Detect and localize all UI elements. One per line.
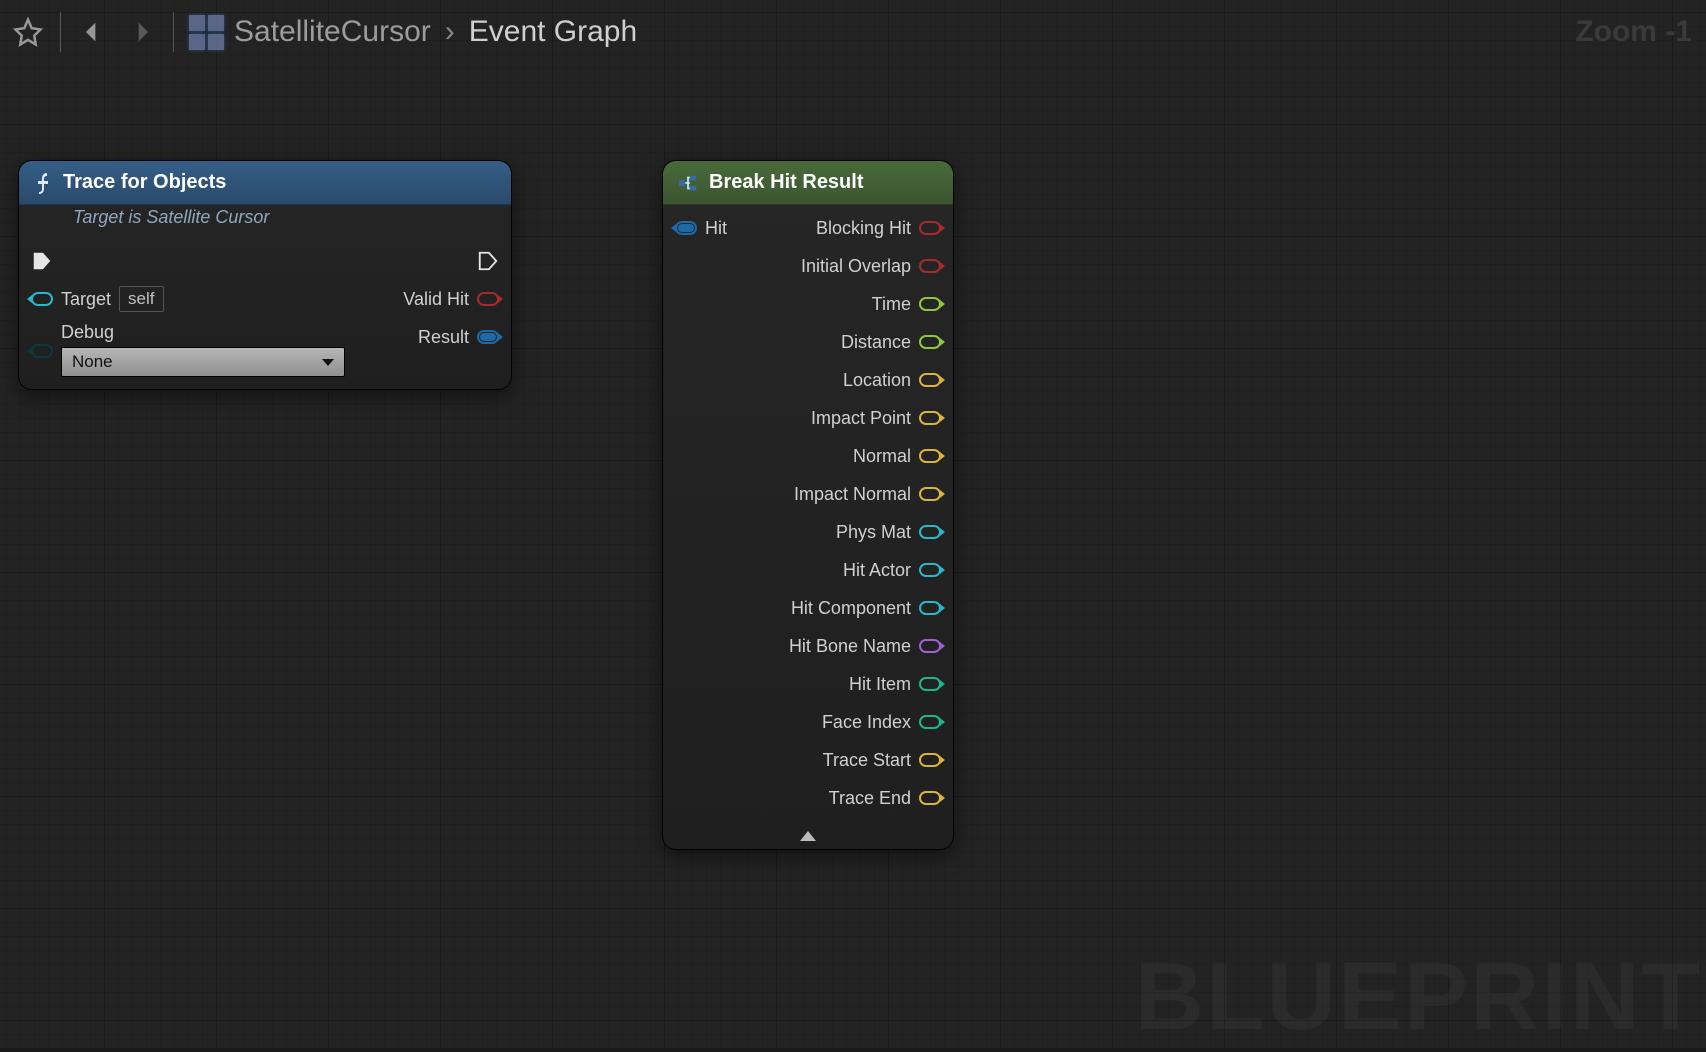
node-subtitle: Target is Satellite Cursor bbox=[19, 205, 511, 238]
node-trace-for-objects[interactable]: Trace for Objects Target is Satellite Cu… bbox=[18, 160, 512, 390]
zoom-indicator: Zoom -1 bbox=[1575, 15, 1698, 49]
pin-label: Initial Overlap bbox=[801, 256, 911, 277]
pin-label: Debug bbox=[61, 322, 345, 343]
output-pin[interactable]: Trace End bbox=[829, 783, 941, 813]
pin-label: Time bbox=[872, 294, 911, 315]
blueprint-watermark: BLUEPRINT bbox=[1135, 942, 1702, 1052]
output-pin[interactable]: Phys Mat bbox=[836, 517, 941, 547]
node-header[interactable]: Trace for Objects bbox=[19, 161, 511, 205]
debug-dropdown[interactable]: None bbox=[61, 347, 345, 377]
output-pin[interactable]: Hit Item bbox=[849, 669, 941, 699]
data-pin-icon bbox=[477, 292, 499, 306]
output-pin[interactable]: Face Index bbox=[822, 707, 941, 737]
output-pin[interactable]: Distance bbox=[841, 327, 941, 357]
data-pin-icon bbox=[919, 791, 941, 805]
node-header[interactable]: Break Hit Result bbox=[663, 161, 953, 205]
data-pin-icon bbox=[919, 677, 941, 691]
data-pin-icon bbox=[31, 344, 53, 358]
pin-label: Blocking Hit bbox=[816, 218, 911, 239]
blueprint-icon[interactable] bbox=[186, 12, 226, 52]
nav-back-button[interactable] bbox=[73, 12, 113, 52]
pin-label: Hit bbox=[705, 218, 727, 239]
breadcrumb: SatelliteCursor › Event Graph bbox=[234, 15, 637, 49]
result-pin[interactable]: Result bbox=[418, 322, 499, 352]
output-pin[interactable]: Trace Start bbox=[823, 745, 941, 775]
function-icon bbox=[33, 171, 53, 195]
target-pin[interactable]: Target self bbox=[31, 284, 164, 314]
target-value[interactable]: self bbox=[119, 286, 163, 312]
breadcrumb-current[interactable]: Event Graph bbox=[469, 15, 637, 49]
data-pin-icon bbox=[919, 297, 941, 311]
exec-out-pin[interactable] bbox=[477, 246, 499, 276]
data-pin-icon bbox=[919, 373, 941, 387]
separator bbox=[60, 12, 61, 52]
breadcrumb-parent[interactable]: SatelliteCursor bbox=[234, 15, 431, 49]
valid-hit-pin[interactable]: Valid Hit bbox=[403, 284, 499, 314]
data-pin-icon bbox=[919, 335, 941, 349]
pin-label: Normal bbox=[853, 446, 911, 467]
pin-label: Result bbox=[418, 327, 469, 348]
pin-label: Hit Bone Name bbox=[789, 636, 911, 657]
data-pin-icon bbox=[919, 753, 941, 767]
expand-node-button[interactable] bbox=[663, 825, 953, 849]
pin-label: Trace Start bbox=[823, 750, 911, 771]
break-struct-icon bbox=[677, 172, 699, 194]
data-pin-icon bbox=[919, 487, 941, 501]
chevron-up-icon bbox=[800, 831, 816, 841]
chevron-right-icon: › bbox=[445, 15, 455, 49]
nav-forward-button[interactable] bbox=[121, 12, 161, 52]
output-pin[interactable]: Time bbox=[872, 289, 941, 319]
node-title: Trace for Objects bbox=[63, 171, 226, 194]
output-pin[interactable]: Hit Component bbox=[791, 593, 941, 623]
data-pin-icon bbox=[919, 221, 941, 235]
debug-pin[interactable]: Debug None bbox=[31, 322, 345, 377]
data-pin-icon bbox=[919, 259, 941, 273]
output-pin[interactable]: Impact Point bbox=[811, 403, 941, 433]
data-pin-icon bbox=[919, 601, 941, 615]
hit-input-pin[interactable]: Hit bbox=[675, 213, 727, 243]
pin-label: Trace End bbox=[829, 788, 911, 809]
data-pin-icon bbox=[919, 449, 941, 463]
pin-label: Phys Mat bbox=[836, 522, 911, 543]
pin-label: Impact Point bbox=[811, 408, 911, 429]
node-break-hit-result[interactable]: Break Hit Result Hit Blocking Hit Initial… bbox=[662, 160, 954, 850]
output-pin[interactable]: Location bbox=[843, 365, 941, 395]
favorite-button[interactable] bbox=[8, 12, 48, 52]
pin-label: Hit Actor bbox=[843, 560, 911, 581]
pin-label: Location bbox=[843, 370, 911, 391]
data-pin-icon bbox=[919, 525, 941, 539]
output-pin[interactable]: Hit Actor bbox=[843, 555, 941, 585]
dropdown-value: None bbox=[72, 352, 113, 372]
pin-label: Target bbox=[61, 289, 111, 310]
data-pin-icon bbox=[919, 715, 941, 729]
exec-pin-icon bbox=[31, 250, 53, 272]
data-pin-icon bbox=[919, 563, 941, 577]
data-pin-icon bbox=[31, 292, 53, 306]
chevron-down-icon bbox=[322, 359, 334, 366]
output-pin[interactable]: Initial Overlap bbox=[801, 251, 941, 281]
data-pin-icon bbox=[477, 330, 499, 344]
output-pin[interactable]: Normal bbox=[853, 441, 941, 471]
output-pin[interactable]: Hit Bone Name bbox=[789, 631, 941, 661]
data-pin-icon bbox=[675, 221, 697, 235]
exec-in-pin[interactable] bbox=[31, 246, 53, 276]
separator bbox=[173, 12, 174, 52]
pin-label: Impact Normal bbox=[794, 484, 911, 505]
pin-label: Distance bbox=[841, 332, 911, 353]
output-pin[interactable]: Blocking Hit bbox=[816, 213, 941, 243]
pin-label: Hit Item bbox=[849, 674, 911, 695]
exec-pin-icon bbox=[477, 250, 499, 272]
pin-label: Face Index bbox=[822, 712, 911, 733]
output-pin[interactable]: Impact Normal bbox=[794, 479, 941, 509]
pin-label: Valid Hit bbox=[403, 289, 469, 310]
pin-label: Hit Component bbox=[791, 598, 911, 619]
data-pin-icon bbox=[919, 639, 941, 653]
node-title: Break Hit Result bbox=[709, 171, 864, 194]
data-pin-icon bbox=[919, 411, 941, 425]
editor-toolbar: SatelliteCursor › Event Graph Zoom -1 bbox=[0, 0, 1706, 64]
